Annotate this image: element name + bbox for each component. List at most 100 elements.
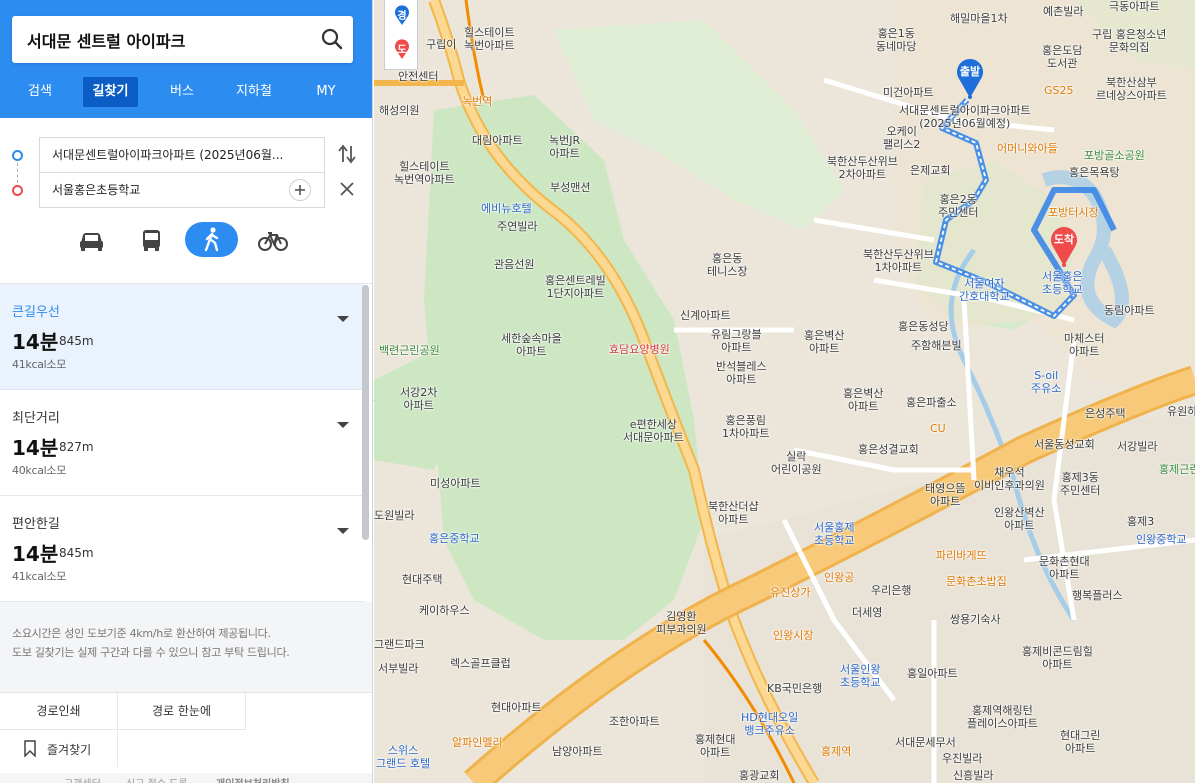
map-label: e편한세상 서대문아파트 <box>623 418 684 444</box>
swap-icon[interactable] <box>336 142 358 166</box>
tab-bus[interactable]: 버스 <box>160 77 204 107</box>
map-label: 부성맨션 <box>550 181 591 194</box>
map-label: 서강빌라 <box>1117 440 1158 453</box>
map-label: 더세영 <box>852 606 883 619</box>
map-label: 현대그린 아파트 <box>1060 729 1101 755</box>
origin-dot-icon <box>12 150 23 161</box>
start-pin[interactable]: 출발 <box>955 55 985 99</box>
route-time: 14분 <box>12 542 59 566</box>
map-label: 우진빌라 <box>942 752 983 765</box>
print-route-button[interactable]: 경로인쇄 <box>0 693 118 730</box>
destination-field[interactable]: 서울홍은초등학교 <box>39 172 325 208</box>
map-label: 대림아파트 <box>472 134 523 147</box>
map-label: 인왕산벽산 아파트 <box>994 506 1045 532</box>
map-label: 신계아파트 <box>680 309 731 322</box>
map-label: 마체스터 아파트 <box>1064 332 1105 358</box>
map-label: 서울홍제 초등학교 <box>814 521 855 547</box>
tab-search[interactable]: 검색 <box>18 77 62 107</box>
origin-field[interactable]: 서대문센트럴아이파크아파트 (2025년06월... <box>39 137 325 173</box>
add-waypoint-button[interactable] <box>289 179 311 201</box>
route-result-item[interactable]: 최단거리 14분 827m 40kcal소모 <box>0 390 365 496</box>
map-label: 예촌빌라 <box>1043 5 1084 18</box>
map-label: 현대주택 <box>402 573 443 586</box>
chevron-down-icon[interactable] <box>336 526 350 536</box>
map-label: 포방터시장 <box>1048 206 1099 219</box>
chevron-down-icon[interactable] <box>336 314 350 324</box>
map-label: 유원하 <box>1167 405 1195 418</box>
tab-my[interactable]: MY <box>304 77 348 107</box>
map-marker-gyeong[interactable]: 경 <box>393 4 411 26</box>
route-time: 14분 <box>12 436 59 460</box>
tab-subway[interactable]: 지하철 <box>228 77 280 107</box>
end-pin[interactable]: 도착 <box>1049 223 1079 267</box>
map-label: 행복플러스 <box>1072 589 1123 602</box>
map-label: 서부빌라 <box>378 662 419 675</box>
map-label: 케이하우스 <box>419 604 470 617</box>
map-label: 인왕중학교 <box>1136 533 1187 546</box>
map-label: 서울홍은 초등학교 <box>1042 270 1083 296</box>
marker-label: 도 <box>397 45 407 56</box>
bus-icon <box>143 230 160 251</box>
route-type-label: 편안한길 <box>12 517 60 532</box>
map-canvas[interactable]: 경 도 출발 도착 힐스테이트 녹번아파트 힐스테이트 녹번역아파트 대림아파트 녹… <box>374 0 1195 783</box>
route-type-label: 최단거리 <box>12 411 60 426</box>
tab-directions[interactable]: 길찾기 <box>83 77 138 107</box>
mode-car-button[interactable] <box>65 222 118 257</box>
map-label: 스위스 그랜드 호텔 <box>376 744 431 770</box>
route-result-item[interactable]: 편안한길 14분 845m 41kcal소모 <box>0 496 365 602</box>
map-label: 에비뉴호텔 <box>481 202 532 215</box>
destination-dot-icon <box>12 185 23 196</box>
map-label: 관음선원 <box>494 258 535 271</box>
route-overview-button[interactable]: 경로 한눈에 <box>118 693 246 730</box>
mode-bicycle-button[interactable] <box>246 222 299 257</box>
map-label: 우리은행 <box>871 584 912 597</box>
map-label: 반석블레스 아파트 <box>716 360 767 386</box>
map-label: 태영으뜸 아파트 <box>925 482 966 508</box>
mode-walk-button[interactable] <box>185 222 238 257</box>
bookmark-button[interactable]: 즐겨찾기 <box>0 730 118 767</box>
map-label: 주연빌라 <box>497 220 538 233</box>
search-box <box>12 16 353 63</box>
map-label: 김영환 피부과의원 <box>656 610 707 636</box>
car-icon <box>80 233 103 251</box>
map-label: 세한숲속마을 아파트 <box>501 332 562 358</box>
route-input-box: 서대문센트럴아이파크아파트 (2025년06월... 서울홍은초등학교 <box>0 118 372 284</box>
search-input[interactable] <box>12 16 302 63</box>
route-result-item[interactable]: 큰길우선 14분 845m 41kcal소모 <box>0 284 365 390</box>
map-marker-do[interactable]: 도 <box>393 38 411 60</box>
map-label: 효담요양병원 <box>609 343 670 356</box>
map-label: 홍은중학교 <box>429 532 480 545</box>
map-label: 신흥빌라 <box>953 769 994 782</box>
map-label: 홍은풍림 1차아파트 <box>722 414 770 440</box>
map-label: 극동아파트 <box>1109 0 1160 13</box>
map-label: 해밀마을1차 <box>950 12 1008 25</box>
nav-tabs: 검색 길찾기 버스 지하철 MY <box>0 74 372 108</box>
map-label: 미성아파트 <box>430 477 481 490</box>
map-label: KB국민은행 <box>767 682 823 695</box>
bookmark-icon <box>24 740 36 757</box>
map-label: 홍은벽산 아파트 <box>843 387 884 413</box>
footer-link[interactable]: 개인정보처리방침 <box>216 775 290 783</box>
map-label: 홍은동성당 <box>898 320 949 333</box>
map-label: HD현대오일 뱅크주유소 <box>741 711 799 737</box>
footer-link[interactable]: 고객센터 <box>64 775 101 783</box>
search-icon[interactable] <box>319 26 345 52</box>
chevron-down-icon[interactable] <box>336 420 350 430</box>
map-label: 알파인멜리 <box>452 736 503 749</box>
map-label: 구립이 <box>426 38 457 51</box>
map-label: 조한아파트 <box>609 715 660 728</box>
start-pin-label: 출발 <box>959 65 981 78</box>
map-label: 은성주택 <box>1085 407 1126 420</box>
map-label: 북한산두산위브 2차아파트 <box>827 155 898 181</box>
mode-bus-button[interactable] <box>125 222 178 257</box>
close-icon[interactable] <box>336 178 358 200</box>
map-label: 힐스테이트 녹번아파트 <box>464 26 515 52</box>
marker-label: 경 <box>397 11 407 22</box>
scrollbar[interactable] <box>362 285 369 540</box>
map-label: 렉스골프클럽 <box>450 657 511 670</box>
map-label: 동림아파트 <box>1104 304 1155 317</box>
map-label: CU <box>930 422 946 435</box>
map-label: 홍제3동 주민센터 <box>1060 471 1101 497</box>
footer-link[interactable]: 신고 접수 도록 <box>126 775 188 783</box>
map-label: 안전센터 <box>398 70 439 83</box>
